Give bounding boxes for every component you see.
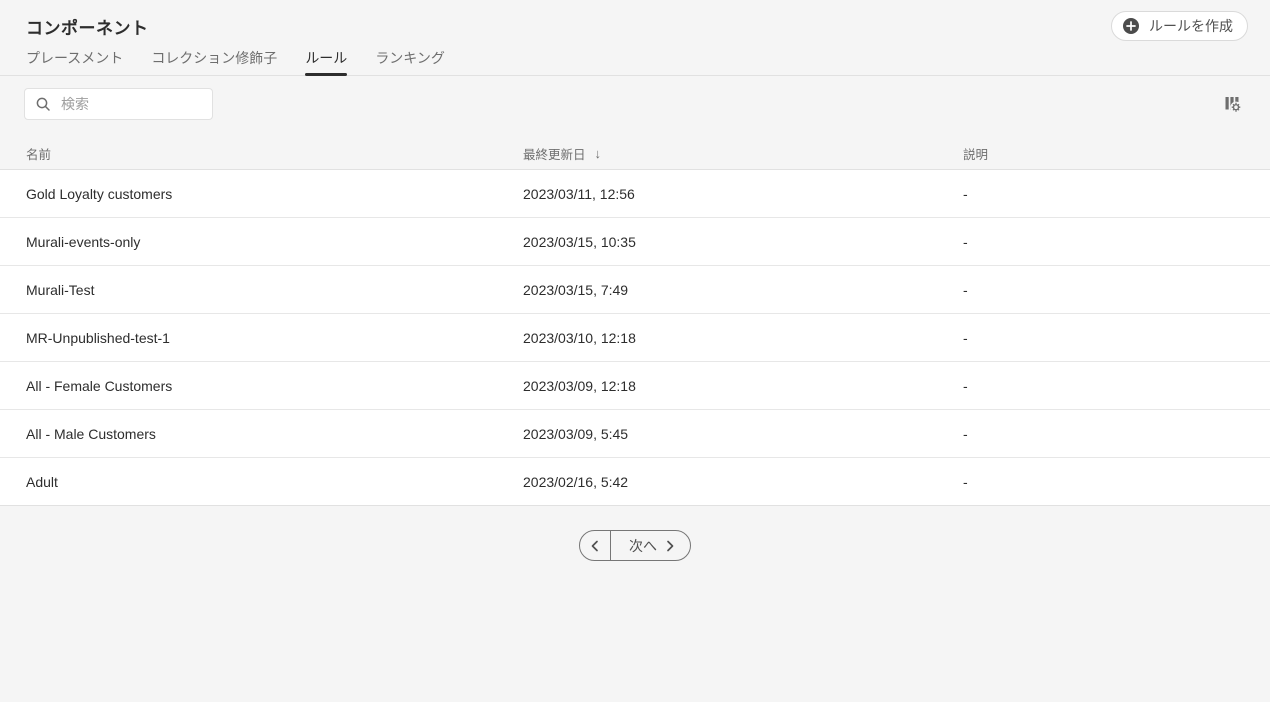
pager-control: 次へ <box>579 530 691 561</box>
rule-description: - <box>963 233 968 250</box>
tab-bar: プレースメント コレクション修飾子 ルール ランキング <box>0 44 1270 76</box>
rule-name: All - Female Customers <box>26 377 173 394</box>
rule-name: All - Male Customers <box>26 425 156 442</box>
table-row[interactable]: Murali-Test 2023/03/15, 7:49 - <box>0 266 1270 314</box>
tab-ranking[interactable]: ランキング <box>375 44 445 75</box>
rule-description: - <box>963 425 968 442</box>
create-rule-label: ルールを作成 <box>1149 18 1233 34</box>
rule-name: Adult <box>26 473 58 490</box>
pagination: 次へ <box>0 530 1270 561</box>
top-bar: コンポーネント ルールを作成 <box>0 0 1270 44</box>
column-header-name[interactable]: 名前 <box>26 144 523 163</box>
rule-name: Murali-Test <box>26 281 95 298</box>
rules-table: 名前 最終更新日 ↓ 説明 Gold Loyalty customers 202… <box>0 137 1270 506</box>
rule-name: Murali-events-only <box>26 233 141 250</box>
tab-rules[interactable]: ルール <box>305 44 348 76</box>
next-page-button[interactable]: 次へ <box>611 531 690 560</box>
rule-last-updated: 2023/03/09, 5:45 <box>523 425 629 442</box>
rule-description: - <box>963 185 968 202</box>
rule-description: - <box>963 473 968 490</box>
column-header-description[interactable]: 説明 <box>963 144 1244 163</box>
rule-last-updated: 2023/02/16, 5:42 <box>523 473 629 490</box>
rule-description: - <box>963 377 968 394</box>
rule-last-updated: 2023/03/15, 7:49 <box>523 281 629 298</box>
tab-placement-label: プレースメント <box>26 49 124 66</box>
chevron-left-icon <box>590 540 600 552</box>
column-settings-icon <box>1224 97 1242 116</box>
rule-name: MR-Unpublished-test-1 <box>26 329 170 346</box>
rule-last-updated: 2023/03/15, 10:35 <box>523 233 636 250</box>
table-body: Gold Loyalty customers 2023/03/11, 12:56… <box>0 170 1270 506</box>
tab-collection-qualifier-label: コレクション修飾子 <box>151 49 278 66</box>
table-row[interactable]: All - Female Customers 2023/03/09, 12:18… <box>0 362 1270 410</box>
tab-ranking-label: ランキング <box>375 49 445 66</box>
rule-description: - <box>963 329 968 346</box>
search-box[interactable] <box>24 88 213 120</box>
search-icon <box>35 96 51 112</box>
rule-name: Gold Loyalty customers <box>26 185 173 202</box>
create-rule-button[interactable]: ルールを作成 <box>1111 11 1248 41</box>
plus-circle-icon <box>1122 17 1140 35</box>
tab-collection-qualifier[interactable]: コレクション修飾子 <box>151 44 277 75</box>
page-title: コンポーネント <box>26 18 149 38</box>
column-header-last-updated[interactable]: 最終更新日 ↓ <box>523 144 963 163</box>
rule-description: - <box>963 281 968 298</box>
table-header-row: 名前 最終更新日 ↓ 説明 <box>0 137 1270 170</box>
tab-placement[interactable]: プレースメント <box>26 44 123 75</box>
sort-descending-icon: ↓ <box>594 145 602 161</box>
previous-page-button[interactable] <box>580 531 611 560</box>
table-row[interactable]: Murali-events-only 2023/03/15, 10:35 - <box>0 218 1270 266</box>
column-settings-button[interactable] <box>1220 91 1246 117</box>
search-input[interactable] <box>59 95 202 113</box>
components-page: コンポーネント ルールを作成 プレースメント コレクション修飾子 ルール ランキ… <box>0 0 1270 561</box>
rule-last-updated: 2023/03/11, 12:56 <box>523 185 635 202</box>
next-page-label: 次へ <box>629 537 657 554</box>
tab-rules-label: ルール <box>305 49 348 66</box>
chevron-right-icon <box>665 540 675 552</box>
table-row[interactable]: MR-Unpublished-test-1 2023/03/10, 12:18 … <box>0 314 1270 362</box>
table-row[interactable]: Gold Loyalty customers 2023/03/11, 12:56… <box>0 170 1270 218</box>
rule-last-updated: 2023/03/10, 12:18 <box>523 329 636 346</box>
rule-last-updated: 2023/03/09, 12:18 <box>523 377 636 394</box>
table-row[interactable]: Adult 2023/02/16, 5:42 - <box>0 458 1270 506</box>
toolbar <box>0 76 1270 120</box>
table-row[interactable]: All - Male Customers 2023/03/09, 5:45 - <box>0 410 1270 458</box>
column-header-last-updated-label: 最終更新日 <box>523 147 586 162</box>
